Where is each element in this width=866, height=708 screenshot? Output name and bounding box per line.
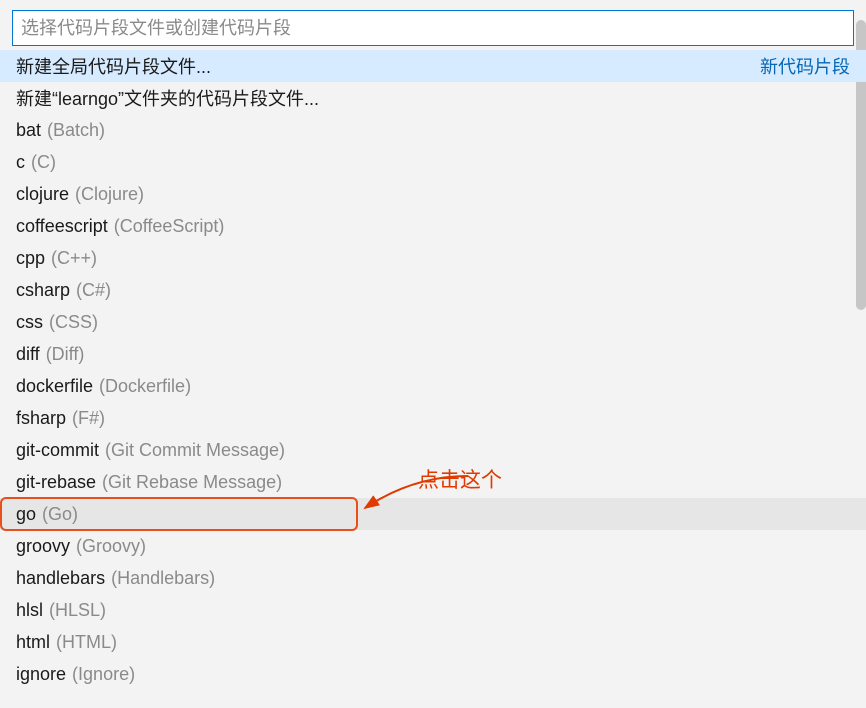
language-item-dockerfile[interactable]: dockerfile (Dockerfile) (0, 370, 866, 402)
language-item-bat[interactable]: bat (Batch) (0, 114, 866, 146)
language-name: css (16, 312, 43, 333)
language-name: handlebars (16, 568, 105, 589)
language-item-coffeescript[interactable]: coffeescript (CoffeeScript) (0, 210, 866, 242)
language-desc: (CoffeeScript) (114, 216, 225, 237)
language-desc: (Ignore) (72, 664, 135, 685)
new-folder-snippet-item[interactable]: 新建“learngo”文件夹的代码片段文件... (0, 82, 866, 114)
language-desc: (C) (31, 152, 56, 173)
item-category-label: 新代码片段 (760, 53, 850, 79)
language-name: groovy (16, 536, 70, 557)
language-item-diff[interactable]: diff (Diff) (0, 338, 866, 370)
language-name: dockerfile (16, 376, 93, 397)
language-desc: (HTML) (56, 632, 117, 653)
language-name: go (16, 504, 36, 525)
language-name: git-rebase (16, 472, 96, 493)
language-item-c[interactable]: c (C) (0, 146, 866, 178)
language-desc: (CSS) (49, 312, 98, 333)
language-item-csharp[interactable]: csharp (C#) (0, 274, 866, 306)
language-name: csharp (16, 280, 70, 301)
language-item-groovy[interactable]: groovy (Groovy) (0, 530, 866, 562)
language-item-hlsl[interactable]: hlsl (HLSL) (0, 594, 866, 626)
language-item-html[interactable]: html (HTML) (0, 626, 866, 658)
language-desc: (F#) (72, 408, 105, 429)
language-desc: (Git Rebase Message) (102, 472, 282, 493)
language-desc: (Handlebars) (111, 568, 215, 589)
new-global-snippet-item[interactable]: 新建全局代码片段文件... 新代码片段 (0, 50, 866, 82)
item-label: 新建全局代码片段文件... (16, 53, 211, 79)
language-name: c (16, 152, 25, 173)
language-desc: (HLSL) (49, 600, 106, 621)
language-name: git-commit (16, 440, 99, 461)
language-desc: (Git Commit Message) (105, 440, 285, 461)
language-name: clojure (16, 184, 69, 205)
search-input[interactable] (21, 18, 845, 39)
language-item-cpp[interactable]: cpp (C++) (0, 242, 866, 274)
language-desc: (Clojure) (75, 184, 144, 205)
language-name: bat (16, 120, 41, 141)
language-item-git-rebase[interactable]: git-rebase (Git Rebase Message) (0, 466, 866, 498)
language-name: html (16, 632, 50, 653)
language-desc: (C#) (76, 280, 111, 301)
language-desc: (Groovy) (76, 536, 146, 557)
quickpick-container: 新建全局代码片段文件... 新代码片段 新建“learngo”文件夹的代码片段文… (0, 10, 866, 708)
language-desc: (Go) (42, 504, 78, 525)
language-name: diff (16, 344, 40, 365)
language-name: hlsl (16, 600, 43, 621)
language-item-git-commit[interactable]: git-commit (Git Commit Message) (0, 434, 866, 466)
language-desc: (Dockerfile) (99, 376, 191, 397)
language-name: cpp (16, 248, 45, 269)
language-item-ignore[interactable]: ignore (Ignore) (0, 658, 866, 690)
options-list: 新建全局代码片段文件... 新代码片段 新建“learngo”文件夹的代码片段文… (0, 50, 866, 690)
language-item-clojure[interactable]: clojure (Clojure) (0, 178, 866, 210)
language-item-handlebars[interactable]: handlebars (Handlebars) (0, 562, 866, 594)
language-desc: (Batch) (47, 120, 105, 141)
language-item-fsharp[interactable]: fsharp (F#) (0, 402, 866, 434)
search-box-wrapper (12, 10, 854, 46)
language-item-css[interactable]: css (CSS) (0, 306, 866, 338)
language-name: fsharp (16, 408, 66, 429)
language-item-go[interactable]: go (Go) (0, 498, 866, 530)
language-desc: (C++) (51, 248, 97, 269)
item-label: 新建“learngo”文件夹的代码片段文件... (16, 85, 319, 111)
language-desc: (Diff) (46, 344, 85, 365)
language-name: coffeescript (16, 216, 108, 237)
language-name: ignore (16, 664, 66, 685)
